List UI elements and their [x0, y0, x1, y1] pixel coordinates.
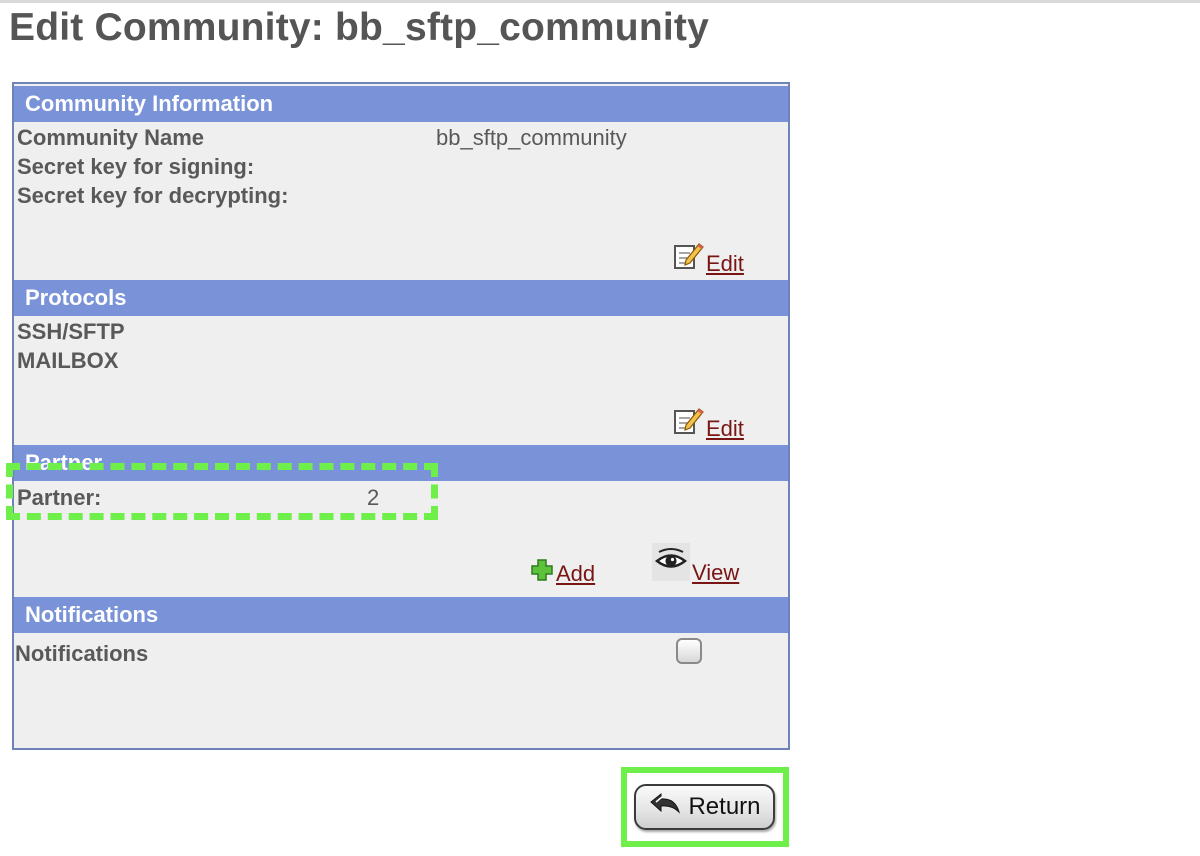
edit-note-icon[interactable] — [672, 405, 704, 442]
protocol-item: SSH/SFTP — [17, 319, 125, 344]
protocols-edit-action[interactable]: Edit — [672, 405, 744, 442]
secret-decrypting-label: Secret key for decrypting: — [17, 183, 289, 208]
partner-add-link[interactable]: Add — [556, 561, 595, 587]
return-arrow-icon — [648, 792, 682, 823]
secret-signing-label: Secret key for signing: — [17, 154, 255, 179]
partner-add-action[interactable]: Add — [530, 558, 595, 587]
community-name-value: bb_sftp_community — [436, 125, 627, 150]
partner-count: 2 — [367, 485, 380, 510]
eye-icon[interactable] — [652, 543, 690, 586]
community-edit-link[interactable]: Edit — [706, 251, 744, 277]
page-title: Edit Community: bb_sftp_community — [9, 6, 709, 49]
return-button-label: Return — [688, 793, 761, 820]
protocol-item: MAILBOX — [17, 348, 119, 373]
section-header-partner: Partner — [14, 445, 788, 481]
community-edit-action[interactable]: Edit — [672, 240, 744, 277]
section-header-community-information: Community Information — [14, 86, 788, 122]
notifications-label: Notifications — [15, 641, 149, 666]
top-rule — [0, 0, 1200, 3]
partner-label: Partner: — [17, 485, 102, 510]
edit-note-icon[interactable] — [672, 240, 704, 277]
community-panel: Community Information Community Name bb_… — [12, 82, 790, 750]
protocols-edit-link[interactable]: Edit — [706, 416, 744, 442]
partner-view-link[interactable]: View — [692, 560, 739, 586]
partner-view-action[interactable]: View — [652, 543, 739, 586]
section-header-protocols: Protocols — [14, 280, 788, 316]
return-button[interactable]: Return — [634, 784, 775, 830]
section-header-notifications: Notifications — [14, 597, 788, 633]
notifications-checkbox[interactable] — [676, 638, 702, 664]
plus-icon[interactable] — [530, 558, 554, 587]
community-name-label: Community Name — [17, 125, 205, 150]
